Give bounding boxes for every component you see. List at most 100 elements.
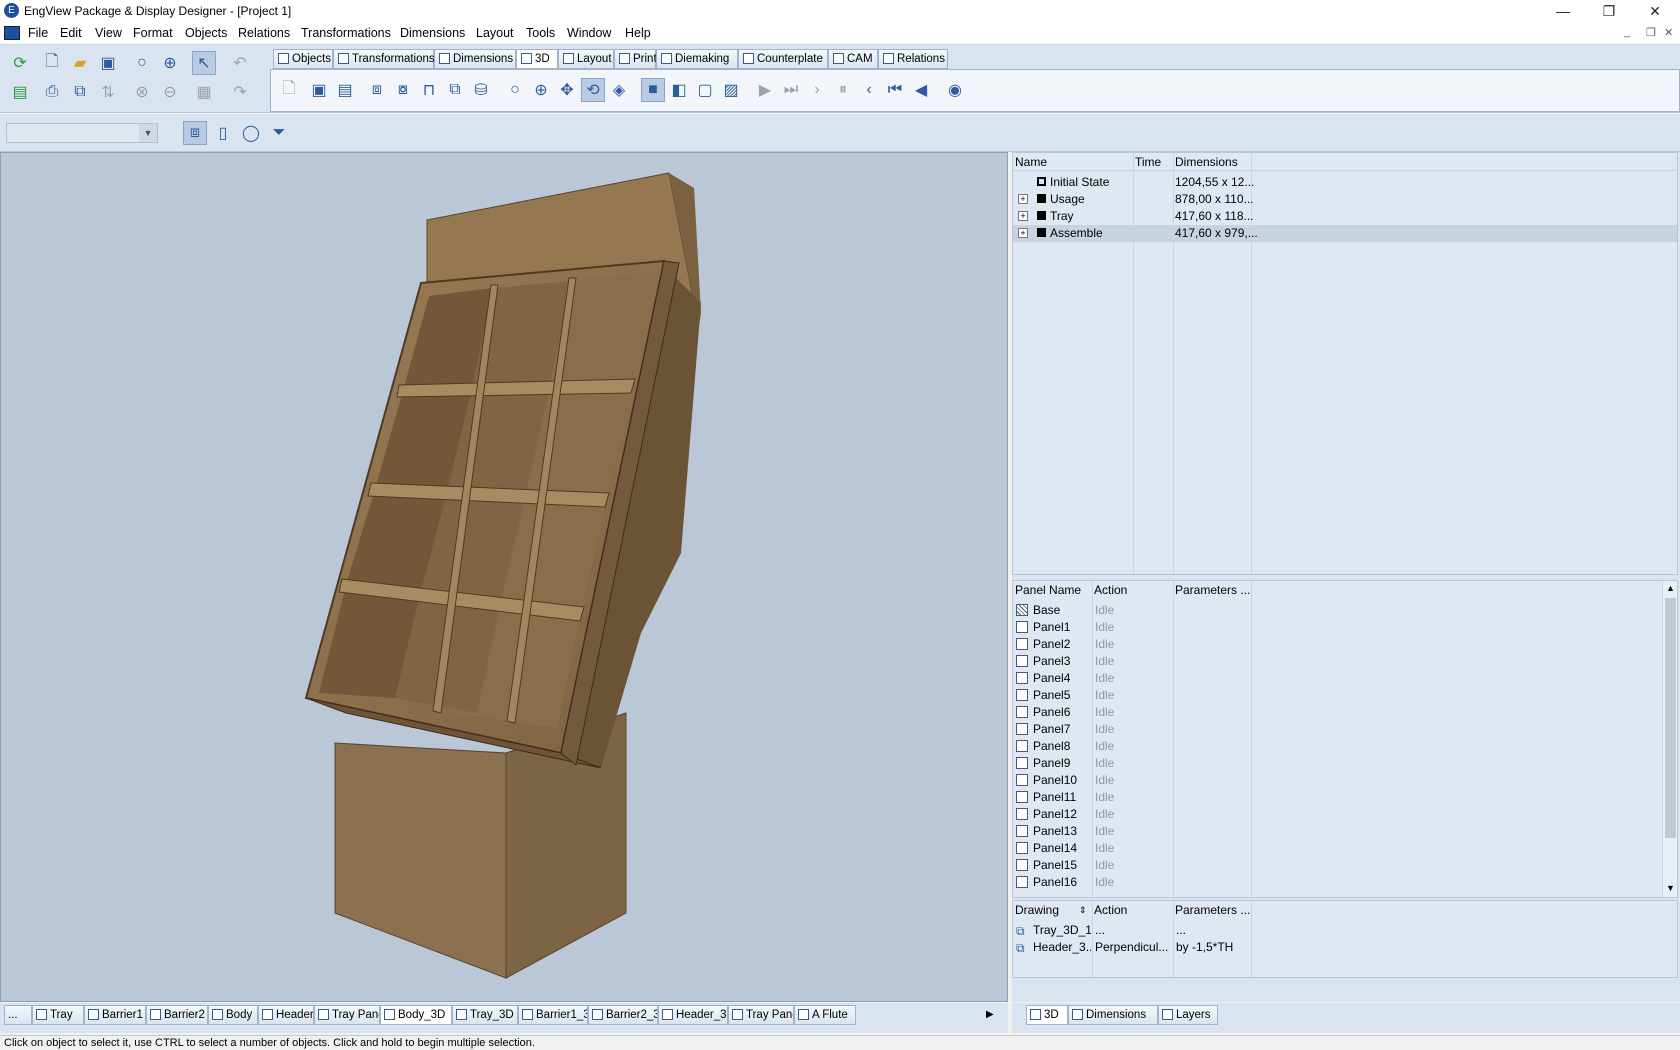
menu-help[interactable]: Help — [625, 26, 651, 40]
drawing-tab[interactable]: Tray_3D — [452, 1005, 518, 1025]
tab-3d-panel[interactable]: 3D — [1026, 1005, 1068, 1025]
panel-checkbox[interactable] — [1016, 774, 1028, 786]
tab-layout[interactable]: Layout — [558, 49, 614, 69]
drawing-tab[interactable]: Barrier2_3 — [588, 1005, 658, 1025]
sort-icon[interactable]: ⇕ — [1079, 901, 1087, 919]
select-frame-icon[interactable]: ▯ — [211, 121, 235, 145]
expand-icon[interactable]: + — [1018, 228, 1028, 238]
filter-icon[interactable]: ⏷ — [267, 121, 291, 145]
fold-icon[interactable]: ⊓ — [417, 78, 441, 102]
panel-row[interactable]: Panel11 Idle — [1013, 789, 1661, 806]
panel-checkbox[interactable] — [1016, 723, 1028, 735]
panel-row[interactable]: Panel5 Idle — [1013, 687, 1661, 704]
expand-icon[interactable]: + — [1018, 211, 1028, 221]
panel-row[interactable]: Panel6 Idle — [1013, 704, 1661, 721]
drawing-tab[interactable]: Header_3 — [658, 1005, 728, 1025]
shaded-view-icon[interactable]: ◧ — [667, 78, 691, 102]
panel-row[interactable]: Panel16 Idle — [1013, 874, 1661, 891]
menu-layout[interactable]: Layout — [476, 26, 514, 40]
drawing-tab[interactable]: Header — [258, 1005, 314, 1025]
zoom-in-icon[interactable]: ⊕ — [158, 51, 182, 75]
drawing-tab[interactable]: Barrier2 — [146, 1005, 208, 1025]
panel-checkbox[interactable] — [1016, 672, 1028, 684]
panel-row[interactable]: Panel10 Idle — [1013, 772, 1661, 789]
drawing-tab[interactable]: A Flute — [794, 1005, 856, 1025]
scroll-down-icon[interactable]: ▼ — [1663, 881, 1677, 896]
pause-icon[interactable]: ⏸ — [831, 78, 855, 102]
menu-file[interactable]: File — [28, 26, 48, 40]
play-icon[interactable]: ▶ — [753, 78, 777, 102]
menu-window[interactable]: Window — [567, 26, 611, 40]
drawing-tab[interactable]: Body_3D — [380, 1005, 452, 1025]
zoom-in-3d-icon[interactable]: ⊕ — [529, 78, 553, 102]
state-row-assemble[interactable]: + Assemble 417,60 x 979,... — [1013, 225, 1677, 242]
panel-checkbox[interactable] — [1016, 757, 1028, 769]
panel-checkbox[interactable] — [1016, 689, 1028, 701]
align-icon[interactable]: ⧈ — [365, 78, 389, 102]
material-icon[interactable]: ⛁ — [469, 78, 493, 102]
tabs-overflow-button[interactable]: ... — [4, 1005, 32, 1025]
panel-row[interactable]: Panel3 Idle — [1013, 653, 1661, 670]
menu-relations[interactable]: Relations — [238, 26, 290, 40]
tab-print[interactable]: Print — [614, 49, 657, 69]
panel-row[interactable]: Panel7 Idle — [1013, 721, 1661, 738]
open-folder-icon[interactable]: ▰ — [68, 51, 92, 75]
tab-cam[interactable]: CAM — [828, 49, 878, 69]
panel-row[interactable]: Base Idle — [1013, 602, 1661, 619]
close-button[interactable]: ✕ — [1632, 0, 1678, 23]
tab-counterplate[interactable]: Counterplate — [738, 49, 828, 69]
zoom-3d-icon[interactable]: ○ — [503, 78, 527, 102]
texture-icon[interactable]: ▨ — [719, 78, 743, 102]
panel-row[interactable]: Panel15 Idle — [1013, 857, 1661, 874]
state-row-tray[interactable]: + Tray 417,60 x 118... — [1013, 208, 1677, 225]
tab-scroll-right-icon[interactable]: ▶ — [986, 1009, 994, 1020]
tab-relations[interactable]: Relations — [878, 49, 948, 69]
drawing-row[interactable]: ⧉ Header_3... Perpendicul... by -1,5*TH — [1013, 939, 1677, 956]
zoom-icon[interactable]: ○ — [130, 51, 154, 75]
panel-checkbox[interactable] — [1016, 859, 1028, 871]
menu-transformations[interactable]: Transformations — [301, 26, 391, 40]
grid-icon[interactable]: ▦ — [192, 80, 216, 104]
drawing-tab[interactable]: Tray Pane — [314, 1005, 380, 1025]
menu-edit[interactable]: Edit — [60, 26, 82, 40]
panel-row[interactable]: Panel2 Idle — [1013, 636, 1661, 653]
arrange-icon[interactable]: ⧇ — [391, 78, 415, 102]
column-header-drawing[interactable]: Drawing — [1015, 901, 1059, 919]
rotate-icon[interactable]: ⟲ — [581, 78, 605, 102]
panels-scrollbar[interactable]: ▲ ▼ — [1662, 581, 1677, 897]
column-header-name[interactable]: Name — [1015, 153, 1047, 171]
column-header-time[interactable]: Time — [1135, 153, 1161, 171]
tab-dimensions[interactable]: Dimensions — [434, 49, 516, 69]
select-objects-icon[interactable]: ⧈ — [183, 121, 207, 145]
drawing-row[interactable]: ⧉ Tray_3D_1 ... ... — [1013, 922, 1677, 939]
panel-checkbox[interactable] — [1016, 825, 1028, 837]
menu-dimensions[interactable]: Dimensions — [400, 26, 465, 40]
refresh-icon[interactable]: ⟳ — [8, 51, 32, 75]
solid-view-icon[interactable]: ■ — [641, 78, 665, 102]
wireframe-view-icon[interactable]: ▢ — [693, 78, 717, 102]
mdi-minimize-button[interactable]: _ — [1624, 26, 1630, 38]
panel-row[interactable]: Panel9 Idle — [1013, 755, 1661, 772]
move-panel-icon[interactable]: ⧉ — [443, 78, 467, 102]
menu-format[interactable]: Format — [133, 26, 173, 40]
panel-checkbox[interactable] — [1016, 842, 1028, 854]
rewind-icon[interactable]: ⏮ — [883, 78, 907, 102]
panel-row[interactable]: Panel8 Idle — [1013, 738, 1661, 755]
redo-icon[interactable]: ↷ — [228, 80, 252, 104]
panel-checkbox[interactable] — [1016, 808, 1028, 820]
menu-view[interactable]: View — [95, 26, 122, 40]
page-icon[interactable]: 🗋 — [277, 78, 301, 102]
scrollbar-thumb[interactable] — [1665, 598, 1676, 838]
3d-viewport[interactable] — [0, 152, 1008, 1002]
play-back-icon[interactable]: ◀ — [909, 78, 933, 102]
step-back-icon[interactable]: ‹ — [857, 78, 881, 102]
select-pointer-icon[interactable]: ↖ — [192, 51, 216, 75]
print-preview-icon[interactable]: ⧉ — [68, 80, 92, 104]
panel-checkbox[interactable] — [1016, 706, 1028, 718]
restore-button[interactable]: ❐ — [1586, 0, 1632, 23]
properties-icon[interactable]: ▤ — [333, 78, 357, 102]
state-row-usage[interactable]: + Usage 878,00 x 110... — [1013, 191, 1677, 208]
zoom-out-icon[interactable]: ⊖ — [158, 80, 182, 104]
step-forward-icon[interactable]: › — [805, 78, 829, 102]
drawing-tab[interactable]: Barrier1 — [84, 1005, 146, 1025]
